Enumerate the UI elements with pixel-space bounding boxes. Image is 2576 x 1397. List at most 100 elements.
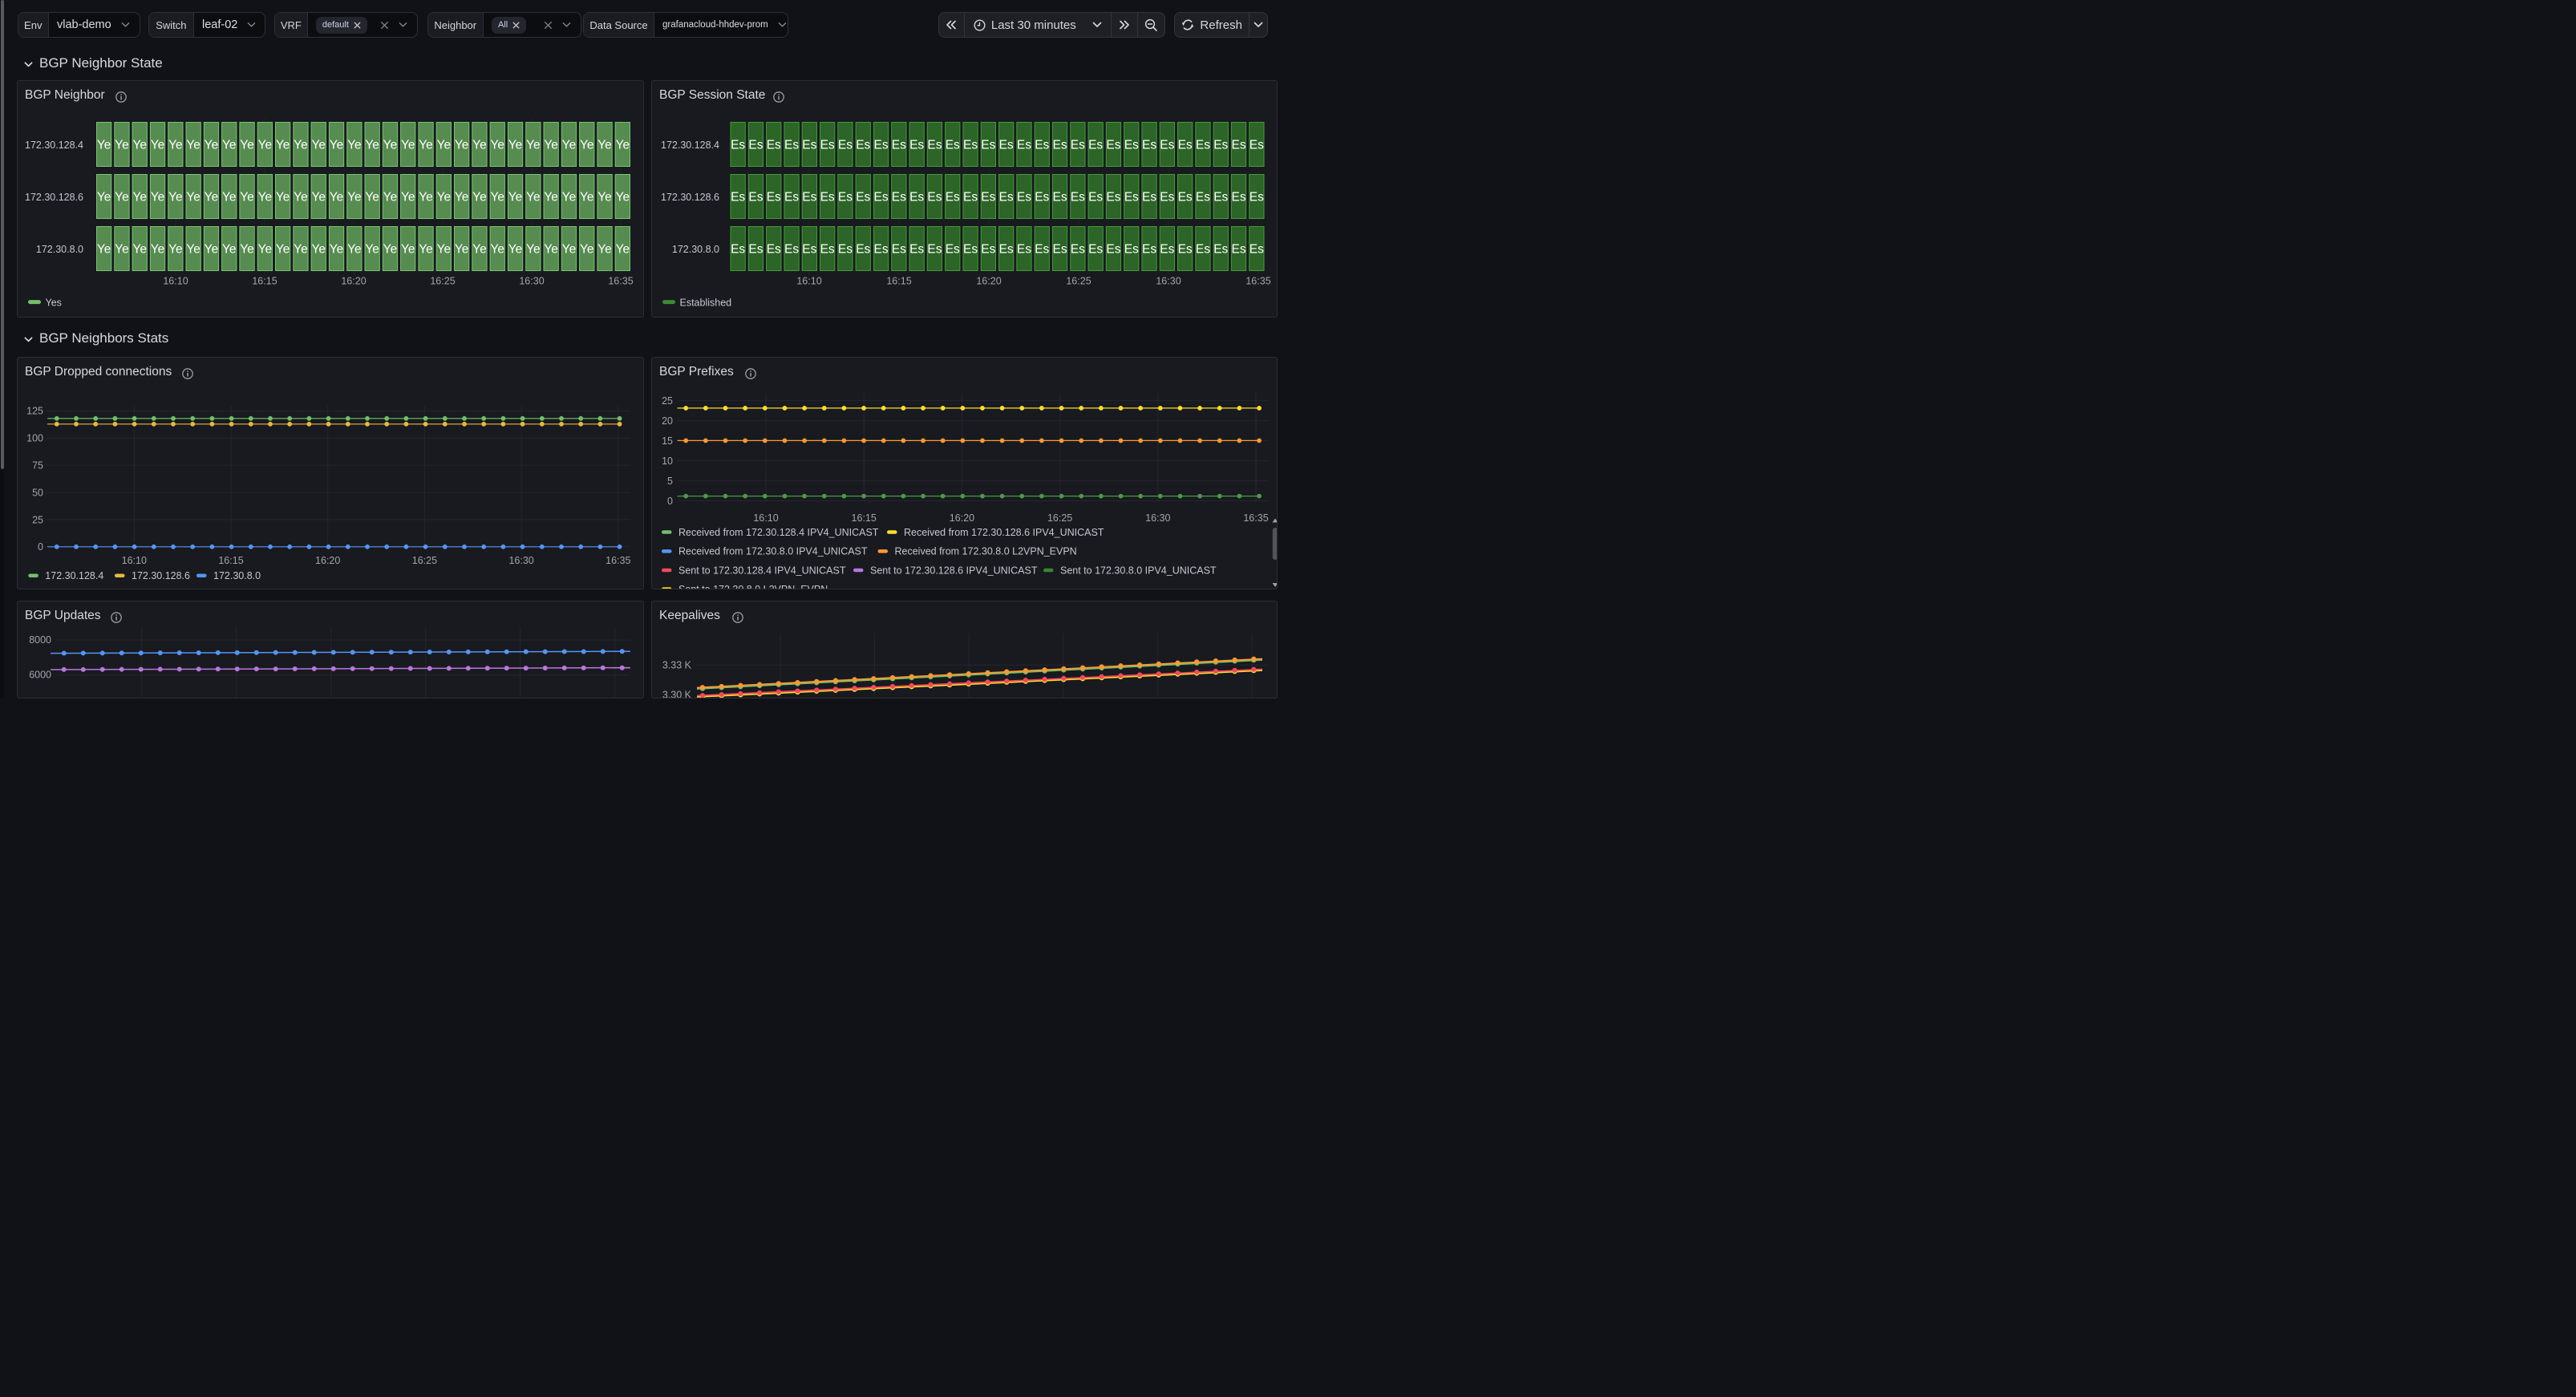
svg-text:Ye: Ye [437, 191, 452, 204]
svg-text:Ye: Ye [526, 139, 541, 152]
svg-text:Es: Es [1160, 243, 1174, 257]
svg-text:Ye: Ye [205, 243, 219, 257]
svg-text:Ye: Ye [455, 139, 469, 152]
svg-text:16:10: 16:10 [796, 276, 821, 287]
svg-text:Es: Es [909, 243, 924, 257]
svg-text:16:10: 16:10 [163, 276, 188, 287]
svg-text:75: 75 [32, 460, 43, 472]
svg-text:16:10: 16:10 [122, 555, 147, 566]
svg-text:Ye: Ye [562, 243, 577, 257]
svg-text:Ye: Ye [490, 191, 504, 204]
svg-text:Es: Es [802, 139, 816, 152]
svg-text:Ye: Ye [132, 191, 147, 204]
svg-text:Es: Es [1017, 243, 1031, 257]
svg-text:Ye: Ye [580, 139, 594, 152]
svg-text:Es: Es [999, 139, 1014, 152]
svg-text:Es: Es [1250, 243, 1264, 257]
svg-text:Ye: Ye [115, 191, 129, 204]
svg-text:Ye: Ye [294, 139, 308, 152]
svg-text:Ye: Ye [365, 139, 379, 152]
svg-text:Es: Es [1035, 191, 1049, 204]
svg-text:Received from 172.30.128.4 IPV: Received from 172.30.128.4 IPV4_UNICAST [678, 527, 879, 538]
svg-text:20: 20 [662, 415, 673, 427]
svg-text:16:25: 16:25 [430, 276, 455, 287]
svg-text:172.30.128.6: 172.30.128.6 [25, 192, 83, 203]
svg-text:Ye: Ye [419, 139, 433, 152]
svg-text:Es: Es [1053, 243, 1067, 257]
svg-text:Es: Es [820, 243, 835, 257]
svg-text:Ye: Ye [437, 139, 452, 152]
svg-text:Es: Es [731, 191, 745, 204]
svg-text:Established: Established [680, 297, 732, 308]
svg-text:Ye: Ye [222, 139, 237, 152]
svg-text:16:15: 16:15 [886, 276, 911, 287]
svg-text:16:15: 16:15 [252, 276, 277, 287]
svg-text:Ye: Ye [330, 139, 344, 152]
svg-text:Ye: Ye [597, 243, 612, 257]
svg-text:Ye: Ye [168, 139, 183, 152]
svg-text:Ye: Ye [311, 243, 326, 257]
svg-text:Es: Es [802, 191, 816, 204]
svg-text:Ye: Ye [168, 191, 183, 204]
svg-text:16:35: 16:35 [608, 276, 633, 287]
svg-text:Es: Es [1196, 243, 1210, 257]
svg-text:Ye: Ye [526, 191, 541, 204]
svg-text:Es: Es [1088, 139, 1103, 152]
svg-text:Es: Es [1142, 191, 1156, 204]
svg-text:50: 50 [32, 487, 43, 498]
svg-text:Es: Es [1088, 243, 1103, 257]
svg-text:Ye: Ye [472, 191, 487, 204]
svg-text:Es: Es [731, 243, 745, 257]
svg-text:Ye: Ye [186, 139, 200, 152]
svg-text:Ye: Ye [276, 139, 290, 152]
svg-text:Sent to 172.30.128.6 IPV4_UNIC: Sent to 172.30.128.6 IPV4_UNICAST [870, 565, 1038, 576]
svg-text:Ye: Ye [311, 139, 326, 152]
svg-text:Es: Es [1178, 243, 1193, 257]
svg-text:16:15: 16:15 [218, 555, 243, 566]
svg-text:Es: Es [874, 243, 889, 257]
svg-text:Es: Es [767, 139, 781, 152]
svg-text:Ye: Ye [383, 243, 398, 257]
svg-text:Ye: Ye [437, 243, 452, 257]
svg-text:Es: Es [999, 243, 1014, 257]
svg-text:Ye: Ye [97, 139, 111, 152]
svg-text:Es: Es [909, 191, 924, 204]
svg-text:Es: Es [892, 243, 906, 257]
svg-text:Es: Es [1196, 191, 1210, 204]
svg-text:Ye: Ye [419, 191, 433, 204]
svg-text:Yes: Yes [46, 297, 62, 308]
svg-text:125: 125 [26, 406, 43, 417]
svg-text:Es: Es [1178, 139, 1193, 152]
svg-text:Ye: Ye [508, 243, 523, 257]
svg-text:Ye: Ye [276, 191, 290, 204]
svg-text:Ye: Ye [401, 243, 415, 257]
svg-text:Es: Es [838, 139, 853, 152]
svg-text:Ye: Ye [562, 191, 577, 204]
svg-text:0: 0 [38, 541, 43, 553]
svg-text:16:20: 16:20 [976, 276, 1001, 287]
svg-text:Ye: Ye [222, 191, 237, 204]
svg-text:Received from 172.30.8.0 IPV4_: Received from 172.30.8.0 IPV4_UNICAST [678, 546, 868, 557]
svg-text:16:15: 16:15 [852, 512, 877, 524]
svg-text:Es: Es [892, 139, 906, 152]
svg-text:Es: Es [909, 139, 924, 152]
svg-text:Es: Es [1196, 139, 1210, 152]
svg-text:100: 100 [26, 433, 43, 444]
svg-text:Ye: Ye [544, 139, 558, 152]
svg-text:Es: Es [946, 243, 960, 257]
svg-text:Ye: Ye [616, 139, 630, 152]
svg-text:172.30.8.0: 172.30.8.0 [36, 244, 83, 255]
svg-text:Es: Es [927, 139, 942, 152]
svg-text:16:35: 16:35 [606, 555, 630, 566]
svg-text:Es: Es [1106, 139, 1120, 152]
svg-text:Ye: Ye [151, 243, 165, 257]
svg-text:16:35: 16:35 [1245, 276, 1270, 287]
svg-text:Sent to 172.30.8.0 L2VPN_EVPN: Sent to 172.30.8.0 L2VPN_EVPN [678, 584, 828, 589]
svg-text:3.30 K: 3.30 K [662, 690, 692, 699]
svg-text:Es: Es [856, 191, 870, 204]
svg-text:0: 0 [667, 496, 673, 507]
svg-text:Es: Es [748, 191, 763, 204]
svg-text:Ye: Ye [544, 243, 558, 257]
svg-text:Ye: Ye [240, 243, 254, 257]
svg-text:172.30.128.4: 172.30.128.4 [45, 570, 103, 581]
